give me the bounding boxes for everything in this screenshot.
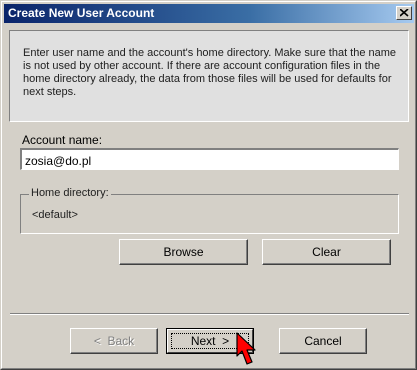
account-name-label: Account name: (22, 133, 103, 147)
back-arrow-icon: < (93, 334, 101, 348)
close-button[interactable] (396, 6, 412, 20)
create-account-dialog: Create New User Account Enter user name … (0, 0, 417, 370)
info-text: Enter user name and the account's home d… (23, 47, 397, 98)
mouse-pointer-icon (236, 332, 256, 365)
clear-button[interactable]: Clear (262, 239, 391, 265)
home-directory-label: Home directory: (29, 187, 111, 199)
browse-button[interactable]: Browse (119, 239, 248, 265)
cancel-button[interactable]: Cancel (279, 328, 367, 354)
back-button-label: < Back (71, 334, 157, 348)
cancel-button-label: Cancel (304, 334, 342, 348)
back-button-text: Back (107, 334, 135, 348)
browse-button-label: Browse (163, 245, 204, 259)
separator (10, 313, 409, 315)
close-icon (400, 9, 409, 17)
info-panel: Enter user name and the account's home d… (9, 30, 409, 122)
home-directory-group: Home directory: <default> (20, 187, 399, 234)
next-button-text: Next (190, 334, 216, 348)
account-name-input[interactable] (20, 148, 399, 170)
home-directory-value: <default> (32, 209, 78, 221)
clear-button-label: Clear (312, 245, 341, 259)
dialog-frame: Create New User Account Enter user name … (1, 1, 416, 369)
next-arrow-icon: > (222, 334, 230, 348)
title-bar[interactable]: Create New User Account (4, 4, 414, 23)
back-button[interactable]: < Back (70, 328, 158, 354)
window-title: Create New User Account (8, 6, 155, 20)
